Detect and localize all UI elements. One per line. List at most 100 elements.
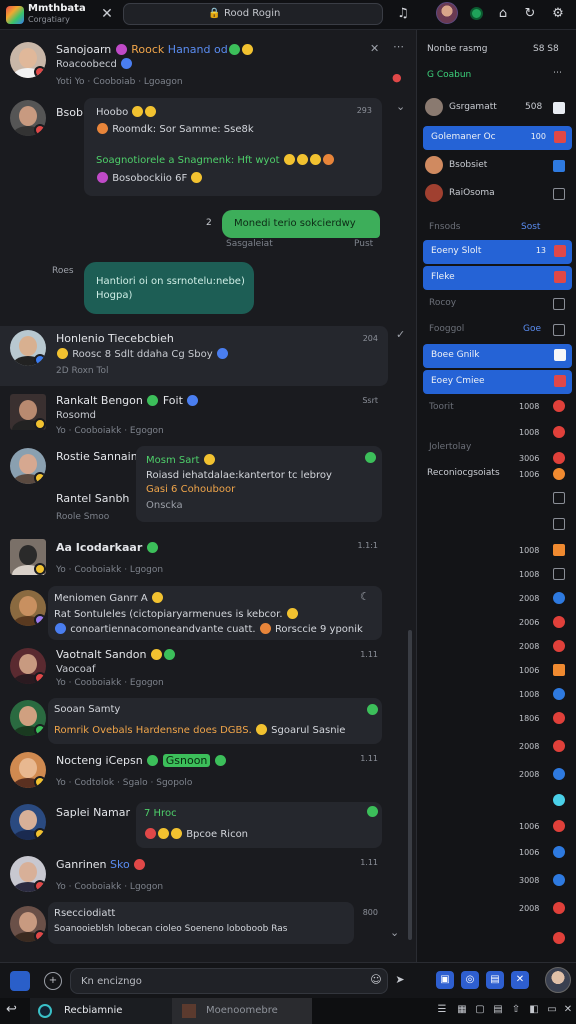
checkbox-icon[interactable] [553,518,565,530]
checkbox-icon[interactable] [553,568,565,580]
refresh-icon[interactable]: ↻ [521,5,539,23]
avatar[interactable] [10,330,46,366]
chat-icon[interactable]: ▭ [546,1004,558,1016]
avatar[interactable] [10,906,46,942]
chevron-down-icon[interactable]: ⌄ [390,926,399,939]
upload-icon[interactable]: ⇧ [510,1004,522,1016]
conversation-row[interactable]: Ganrinen Sko Yo · Cooboiakk · Lgogon 1.1… [0,852,408,902]
user-avatar[interactable] [436,2,458,24]
sidebar-item-selected[interactable]: Eoeny Slolt 13 [423,240,572,264]
conversation-row[interactable]: Rostie Sannain Rantel Sanbh Roole Smoo M… [0,444,408,532]
chat-header[interactable]: Sanojoarn Roock Hanand od Roacoobecd Yot… [0,38,408,90]
checkbox-icon[interactable] [553,188,565,200]
edit-icon[interactable] [553,160,565,172]
msg-line: Roomdk: Sor Samme: Sse8k [112,124,254,135]
conversation-row[interactable]: Meniomen Ganrr A Rat Sontuleles (cictopi… [0,586,408,642]
close-icon[interactable]: ✕ [98,5,116,23]
box-icon[interactable] [553,102,565,114]
grid-icon[interactable]: ▦ [456,1004,468,1016]
avatar[interactable] [425,98,443,116]
message-bubble[interactable]: Mosm Sart Roiasd iehatdalae:kantertor tc… [136,446,382,522]
avatar[interactable] [10,539,46,575]
row-tag: Gsnoon [162,754,211,767]
contact-name[interactable]: Gsrgamatt [449,102,497,112]
row-time: 1.11 [360,754,378,763]
checkbox-icon[interactable] [553,298,565,310]
avatar[interactable] [10,590,46,626]
avatar[interactable] [425,184,443,202]
sidebar-item-selected[interactable]: Fleke [423,266,572,290]
menu-icon[interactable]: ☰ [436,1004,448,1016]
message-bubble[interactable]: Meniomen Ganrr A Rat Sontuleles (cictopi… [48,586,382,640]
window-icon[interactable]: ▢ [474,1004,486,1016]
avatar[interactable] [10,448,46,484]
check-icon: ✓ [396,328,406,341]
avatar[interactable] [10,394,46,430]
row-line: Roosc 8 Sdlt ddaha Cg Sboy [72,349,213,360]
outgoing-bubble[interactable]: Monedi terio sokcierdwy [222,210,380,238]
avatar[interactable] [10,804,46,840]
status-icon[interactable] [470,7,483,20]
conversation-row[interactable]: Rsecciodiatt Soanooieblsh lobecan cioleo… [0,902,408,952]
close-icon[interactable]: ✕ [562,1004,574,1016]
send-icon[interactable]: ➤ [392,972,408,988]
more-icon[interactable]: ⋯ [393,40,404,53]
add-icon[interactable]: + [44,972,62,990]
status-icon [553,592,565,604]
conversation-row[interactable]: Aa Icodarkaar Yo · Cooboiakk · Lgogon 1.… [0,535,408,585]
more-icon[interactable]: ⋯ [553,68,562,78]
layers-icon[interactable]: ◧ [528,1004,540,1016]
sidebar-item-selected[interactable]: Eoey Cmiee [423,370,572,394]
conversation-row[interactable]: Saplei Namar 7 Hroc Bpcoe Ricon [0,800,408,852]
scrollbar[interactable] [408,630,412,940]
status-icon [553,426,565,438]
avatar[interactable] [10,856,46,892]
search-bar[interactable]: 🔒 Rood Rogin [123,3,383,25]
conversation-row[interactable]: Nocteng iCepsn Gsnoon Yo · Codtolok · Sg… [0,748,408,798]
back-icon[interactable]: ↩ [6,1002,17,1017]
conversation-row[interactable]: Rankalt Bengon Foit Rosomd Yo · Cooboiak… [0,390,408,442]
code-icon[interactable]: ▤ [492,1004,504,1016]
contact-name[interactable]: RaiOsoma [449,188,495,198]
sidebar-item-selected[interactable]: Boee Gnilk [423,344,572,368]
avatar[interactable] [10,752,46,788]
settings-icon[interactable]: ⚙ [549,5,567,23]
avatar[interactable] [10,100,46,136]
app-switch-icon[interactable] [10,971,30,991]
message-bubble[interactable]: Sooan Samty Romrik Ovebals Hardensne doe… [48,698,382,744]
taskbar-tab[interactable]: Moenoomebre [172,998,312,1024]
avatar[interactable] [425,156,443,174]
checkbox-icon[interactable] [553,492,565,504]
image-button[interactable]: ▤ [486,971,504,989]
sidebar-item-selected[interactable]: Golemaner Oc 100 [423,126,572,150]
emoji-icon[interactable]: ☺ [368,972,384,988]
teal-bubble[interactable]: Hantiori oi on ssrnotelu:nebe) Hogpa) [84,262,254,314]
contact-name[interactable]: Bsobsiet [449,160,487,170]
right-sidebar: Nonbe rasmg S8 S8 G Coabun ⋯ Gsrgamatt 5… [417,30,576,962]
tools-button[interactable]: ✕ [511,971,529,989]
conversation-row[interactable]: Sooan Samty Romrik Ovebals Hardensne doe… [0,696,408,746]
row-name: Rsecciodiatt [54,908,116,919]
conversation-row[interactable]: Vaotnalt Sandon Vaocoaf Yo · Cooboiakk ·… [0,644,408,694]
home-icon[interactable]: ⌂ [494,5,512,23]
message-bubble[interactable]: Hoobo Roomdk: Sor Samme: Sse8k Soagnotio… [84,98,382,196]
conversation-row-highlighted[interactable]: Honlenio Tiecebcbieh Roosc 8 Sdlt ddaha … [0,326,388,386]
message-input[interactable] [70,968,388,994]
top-bar: Mmthbata Corgatiary ✕ 🔒 Rood Rogin ♫ ⌂ ↻… [0,0,576,30]
avatar[interactable] [10,700,46,736]
profile-avatar[interactable] [545,967,571,993]
sidebar-group[interactable]: G Coabun [427,70,471,80]
row-name: Saplei Namar [56,806,131,819]
music-icon[interactable]: ♫ [394,5,412,23]
avatar[interactable] [10,42,46,78]
taskbar-tab-active[interactable]: Recbiamnie [30,998,172,1024]
sidebar-label: Fooggol [429,324,465,334]
chevron-down-icon[interactable]: ⌄ [396,100,405,113]
avatar[interactable] [10,648,46,684]
attach-button[interactable]: ▣ [436,971,454,989]
message-bubble[interactable]: Rsecciodiatt Soanooieblsh lobecan cioleo… [48,902,354,944]
message-bubble[interactable]: 7 Hroc Bpcoe Ricon [136,802,382,848]
checkbox-icon[interactable] [553,324,565,336]
collapse-icon[interactable]: ✕ [370,42,379,55]
camera-button[interactable]: ◎ [461,971,479,989]
